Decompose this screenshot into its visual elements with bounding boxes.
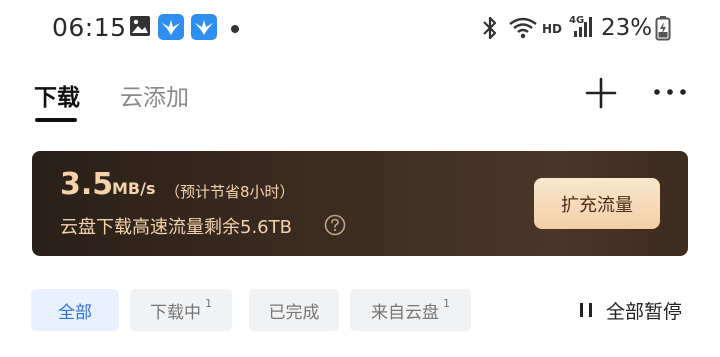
battery-percent: 23% xyxy=(601,15,653,41)
signal-icon xyxy=(570,14,596,40)
filter-label: 来自云盘 xyxy=(371,302,439,323)
status-bar: 06:15 HD 4G 23% xyxy=(0,0,720,58)
speed-value: 3.5 xyxy=(60,167,114,202)
expand-traffic-button[interactable]: 扩充流量 xyxy=(534,178,660,229)
hd-label: HD xyxy=(542,22,563,36)
add-button[interactable] xyxy=(585,77,617,109)
filter-count-badge: 1 xyxy=(205,296,212,310)
status-time: 06:15 xyxy=(52,13,127,42)
filter-label: 全部 xyxy=(58,302,92,323)
filter-count-badge: 1 xyxy=(443,296,450,310)
pause-icon xyxy=(580,303,592,317)
filter-all[interactable]: 全部 xyxy=(31,289,119,331)
filter-downloading[interactable]: 下载中 1 xyxy=(130,289,232,331)
more-button[interactable] xyxy=(652,84,688,100)
filter-completed[interactable]: 已完成 xyxy=(249,289,339,331)
battery-icon xyxy=(655,15,671,41)
help-icon[interactable] xyxy=(324,214,346,236)
tab-download[interactable]: 下载 xyxy=(34,78,80,112)
bluetooth-icon xyxy=(480,15,500,41)
wifi-icon xyxy=(508,15,538,41)
notification-dot xyxy=(231,25,239,33)
image-icon xyxy=(129,15,151,37)
speed-banner: 3.5 MB/s （预计节省8小时） 云盘下载高速流量剩余5.6TB 扩充流量 xyxy=(32,151,688,256)
tab-cloud-add[interactable]: 云添加 xyxy=(120,78,189,112)
plus-icon xyxy=(585,77,617,109)
more-icon xyxy=(654,89,686,95)
pause-all-button[interactable]: 全部暂停 xyxy=(578,296,682,324)
filter-label: 已完成 xyxy=(268,302,320,323)
speed-saving-note: （预计节省8小时） xyxy=(165,183,295,201)
bird-app-icon xyxy=(158,14,184,40)
active-tab-indicator xyxy=(35,118,77,122)
speed-unit: MB/s xyxy=(112,179,156,198)
filter-from-cloud[interactable]: 来自云盘 1 xyxy=(350,289,471,331)
pause-all-label: 全部暂停 xyxy=(606,300,683,323)
bird-app-icon xyxy=(191,14,217,40)
filter-label: 下载中 xyxy=(150,302,201,323)
quota-remaining-text: 云盘下载高速流量剩余5.6TB xyxy=(60,217,292,238)
